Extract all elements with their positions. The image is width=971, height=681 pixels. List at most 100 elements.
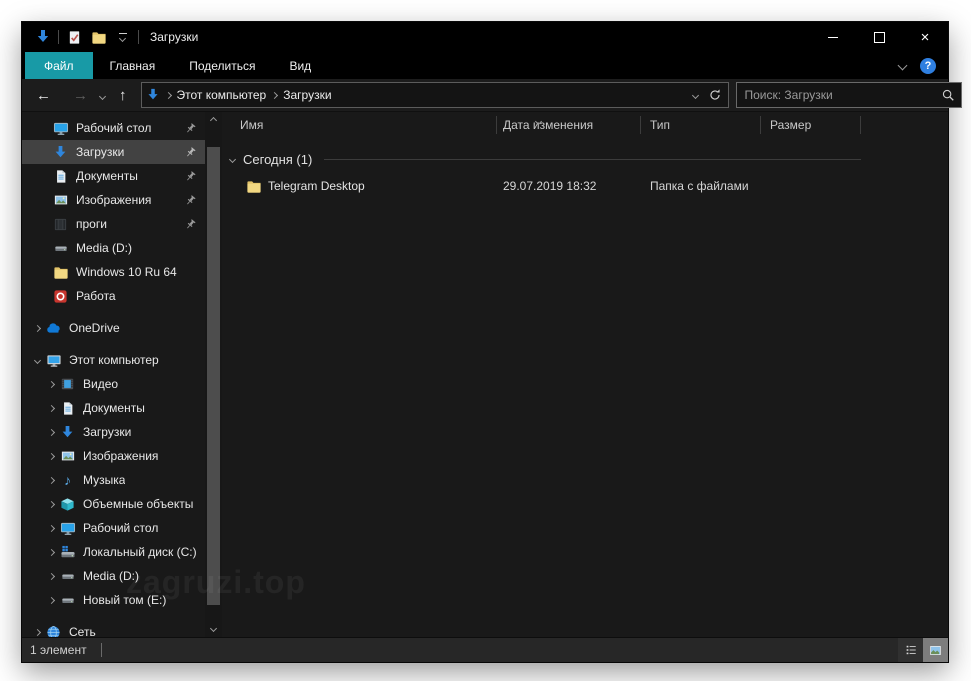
scroll-down-icon[interactable] — [209, 620, 218, 637]
view-toggle-buttons — [898, 638, 948, 662]
column-header-size[interactable]: Размер — [761, 116, 861, 134]
expand-chevron-icon[interactable] — [44, 548, 59, 556]
file-list-pane: Имя Дата изменения Тип Размер Сегодня (1… — [222, 112, 948, 637]
sidebar-item-pictures[interactable]: Изображения — [22, 444, 205, 468]
large-icons-view-icon[interactable] — [923, 638, 948, 662]
sidebar-item-progi-pinned[interactable]: проги — [22, 212, 205, 236]
sidebar-item-rabota[interactable]: Работа — [22, 284, 205, 308]
sidebar-item-3d-objects[interactable]: Объемные объекты — [22, 492, 205, 516]
folder-icon — [246, 179, 262, 194]
group-collapse-icon[interactable] — [228, 155, 237, 163]
downloads-folder-icon — [34, 29, 51, 46]
sidebar-item-this-pc[interactable]: Этот компьютер — [22, 348, 205, 372]
breadcrumb-downloads[interactable]: Загрузки — [283, 88, 331, 102]
sidebar-item-desktop-pinned[interactable]: Рабочий стол — [22, 116, 205, 140]
refresh-icon[interactable] — [708, 88, 722, 102]
expand-chevron-icon[interactable] — [44, 452, 59, 460]
recent-locations-icon[interactable] — [94, 86, 111, 104]
sidebar-item-new-volume-e[interactable]: Новый том (E:) — [22, 588, 205, 612]
expand-chevron-icon[interactable] — [44, 524, 59, 532]
tab-share[interactable]: Поделиться — [172, 52, 272, 79]
address-dropdown-icon[interactable] — [691, 91, 699, 99]
back-button[interactable]: ← — [30, 88, 57, 103]
sidebar-item-media-d[interactable]: Media (D:) — [22, 564, 205, 588]
sidebar-scrollbar[interactable] — [205, 112, 222, 637]
maximize-button[interactable] — [856, 22, 902, 52]
search-box[interactable] — [735, 82, 962, 108]
sidebar-item-documents[interactable]: Документы — [22, 396, 205, 420]
close-button[interactable]: × — [902, 22, 948, 52]
sidebar-item-label: Изображения — [76, 193, 152, 207]
expand-chevron-icon[interactable] — [30, 324, 45, 332]
pin-icon — [184, 170, 197, 183]
ribbon-right-controls: ? — [897, 52, 948, 79]
tab-view[interactable]: Вид — [272, 52, 328, 79]
search-icon[interactable] — [941, 88, 955, 102]
file-name: Telegram Desktop — [268, 179, 365, 193]
tab-home[interactable]: Главная — [93, 52, 173, 79]
expand-chevron-icon[interactable] — [44, 404, 59, 412]
expand-chevron-icon[interactable] — [44, 476, 59, 484]
sidebar-item-windows10-folder[interactable]: Windows 10 Ru 64 — [22, 260, 205, 284]
sidebar-item-label: Рабочий стол — [76, 121, 152, 135]
expand-chevron-icon[interactable] — [44, 500, 59, 508]
location-downloads-icon — [146, 88, 160, 102]
customize-toolbar-icon[interactable] — [114, 29, 131, 46]
new-folder-icon[interactable] — [90, 29, 107, 46]
sidebar-item-label: Документы — [83, 401, 145, 415]
details-view-icon[interactable] — [898, 638, 923, 662]
forward-button[interactable]: → — [67, 88, 94, 103]
column-header-name[interactable]: Имя — [228, 116, 497, 134]
film-folder-icon — [52, 216, 69, 232]
sidebar-item-video[interactable]: Видео — [22, 372, 205, 396]
expand-chevron-icon[interactable] — [44, 380, 59, 388]
file-name-cell: Telegram Desktop — [228, 179, 497, 194]
scroll-up-icon[interactable] — [209, 112, 218, 129]
scrollbar-thumb[interactable] — [207, 147, 220, 605]
sidebar-item-label: Загрузки — [83, 425, 132, 439]
tab-file[interactable]: Файл — [25, 52, 93, 79]
scrollbar-track[interactable] — [205, 129, 222, 620]
minimize-button[interactable] — [810, 22, 856, 52]
sidebar-item-label: проги — [76, 217, 107, 231]
collapse-chevron-icon[interactable] — [30, 356, 45, 364]
breadcrumb-this-pc[interactable]: Этот компьютер — [177, 88, 267, 102]
sidebar-item-label: Локальный диск (C:) — [83, 545, 197, 559]
search-input[interactable] — [742, 87, 941, 103]
sidebar-item-desktop[interactable]: Рабочий стол — [22, 516, 205, 540]
column-header-date[interactable]: Дата изменения — [497, 116, 641, 134]
sidebar-item-label: Media (D:) — [83, 569, 140, 583]
column-header-type[interactable]: Тип — [641, 116, 761, 134]
expand-chevron-icon[interactable] — [30, 628, 45, 636]
group-divider-line — [324, 158, 861, 160]
sidebar-item-documents-pinned[interactable]: Документы — [22, 164, 205, 188]
help-icon[interactable]: ? — [920, 57, 936, 74]
sidebar-item-onedrive[interactable]: OneDrive — [22, 316, 205, 340]
sidebar-item-downloads[interactable]: Загрузки — [22, 420, 205, 444]
address-bar[interactable]: Этот компьютер Загрузки — [140, 82, 729, 108]
navigation-bar: ← → ↑ Этот компьютер Загрузки — [22, 79, 962, 112]
expand-chevron-icon[interactable] — [44, 428, 59, 436]
sidebar-item-media-d[interactable]: Media (D:) — [22, 236, 205, 260]
up-button[interactable]: ↑ — [113, 88, 133, 103]
properties-icon[interactable] — [66, 29, 83, 46]
sidebar-item-network[interactable]: Сеть — [22, 620, 205, 637]
sidebar-item-label: Windows 10 Ru 64 — [76, 265, 177, 279]
expand-chevron-icon[interactable] — [44, 572, 59, 580]
sidebar-item-pictures-pinned[interactable]: Изображения — [22, 188, 205, 212]
status-divider — [100, 643, 102, 657]
file-row-telegram-desktop[interactable]: Telegram Desktop 29.07.2019 18:32 Папка … — [228, 174, 948, 198]
sidebar-item-local-disk-c[interactable]: Локальный диск (C:) — [22, 540, 205, 564]
group-header-today[interactable]: Сегодня (1) — [228, 148, 861, 170]
sidebar-item-downloads-pinned[interactable]: Загрузки — [22, 140, 205, 164]
red-app-icon — [52, 288, 69, 304]
breadcrumb-chevron-icon[interactable] — [164, 91, 172, 99]
toolbar-divider — [58, 30, 59, 44]
expand-ribbon-icon[interactable] — [897, 60, 908, 71]
sidebar-item-music[interactable]: ♪ Музыка — [22, 468, 205, 492]
quick-access-toolbar: Загрузки — [22, 29, 198, 46]
expand-chevron-icon[interactable] — [44, 596, 59, 604]
ribbon-tab-row: Файл Главная Поделиться Вид ? — [22, 52, 948, 79]
breadcrumb-chevron-icon[interactable] — [271, 91, 279, 99]
music-icon: ♪ — [64, 472, 71, 488]
